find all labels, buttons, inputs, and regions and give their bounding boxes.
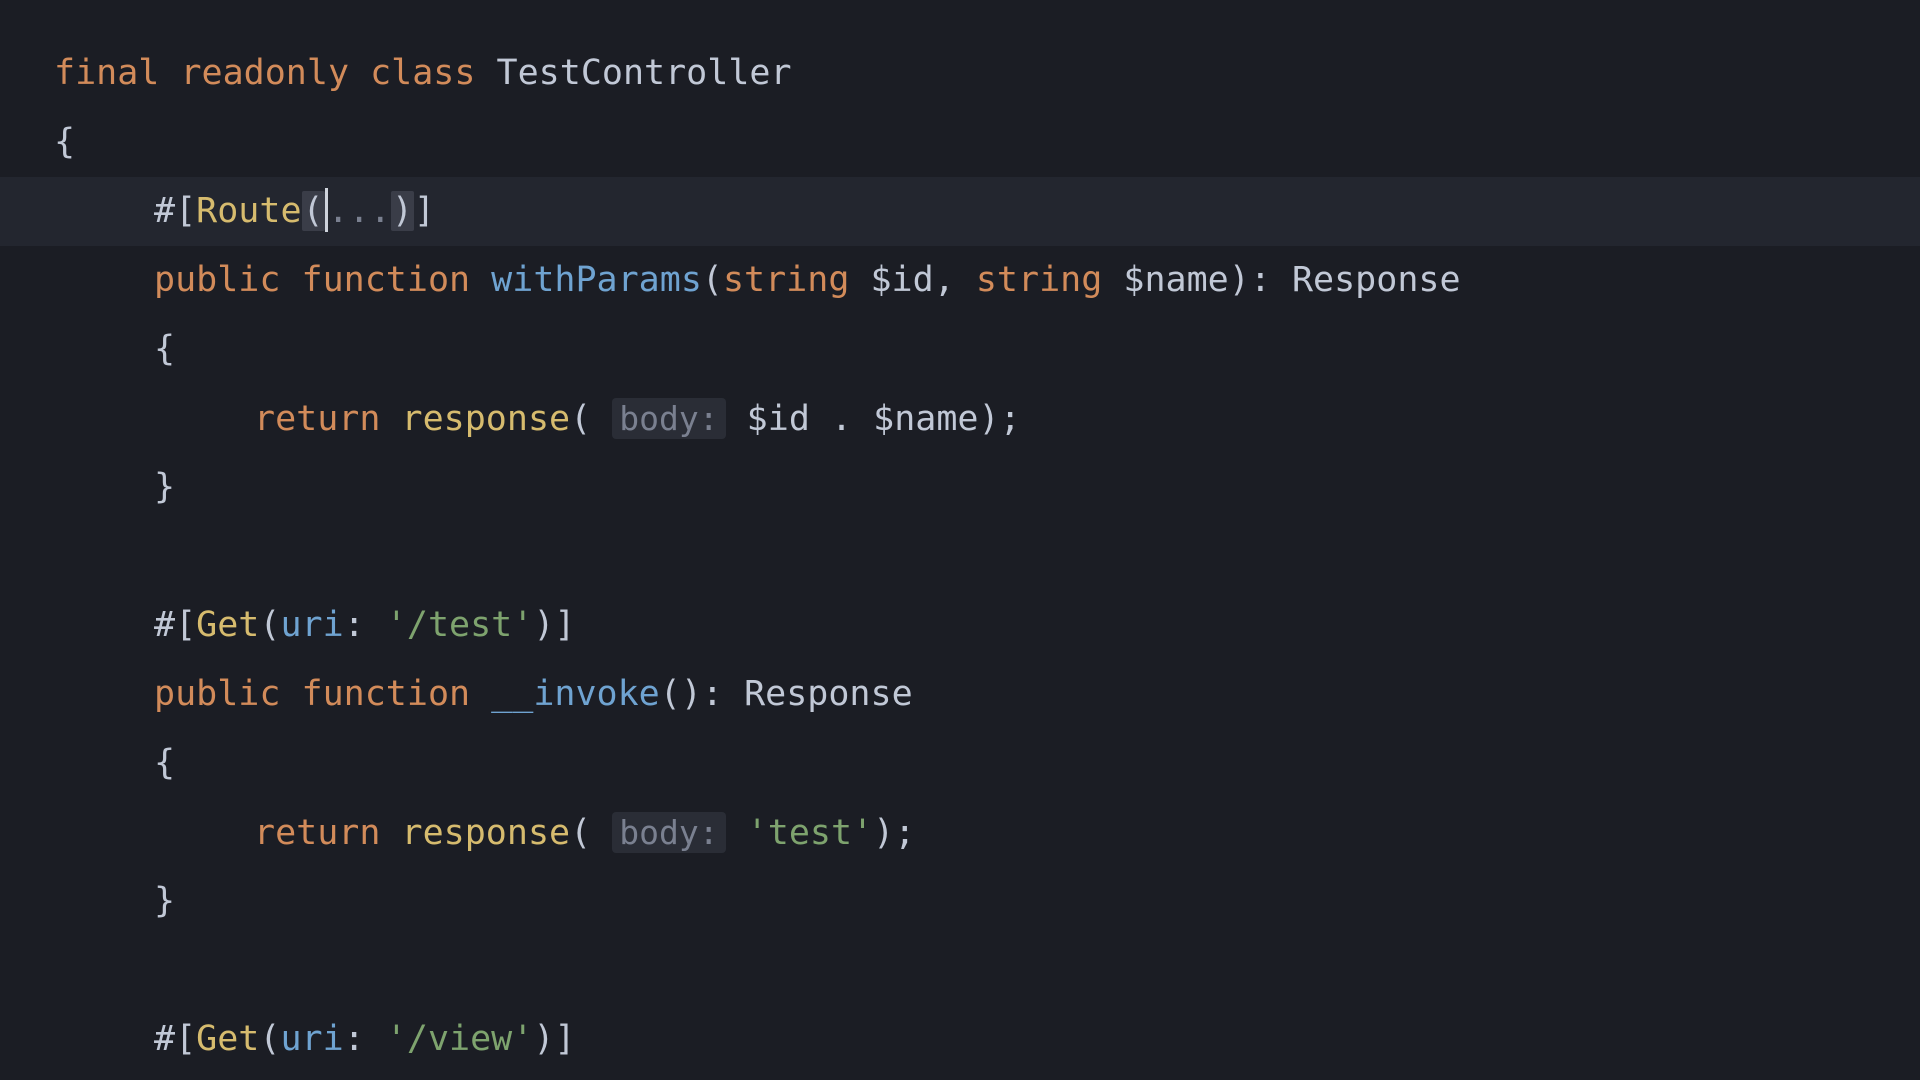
type-string: string <box>976 260 1102 300</box>
operator-concat: . <box>831 399 852 439</box>
keyword-return: return <box>254 399 380 439</box>
code-line[interactable]: { <box>54 729 1920 798</box>
paren-close: ) <box>1229 260 1250 300</box>
attribute-name: Get <box>196 1019 259 1059</box>
paren-close: ) <box>978 399 999 439</box>
attribute-close: ] <box>414 191 435 231</box>
attribute-open: #[ <box>154 191 196 231</box>
attribute-open: #[ <box>154 1019 196 1059</box>
attribute-open: #[ <box>154 605 196 645</box>
brace-close: } <box>154 467 175 507</box>
code-line[interactable]: { <box>54 315 1920 384</box>
variable-id: $id <box>870 260 933 300</box>
attribute-close: ] <box>554 1019 575 1059</box>
paren-open: ( <box>660 674 681 714</box>
paren-close: ) <box>391 191 414 231</box>
semicolon: ; <box>894 813 915 853</box>
return-type: Response <box>1292 260 1461 300</box>
function-name: withParams <box>491 260 702 300</box>
named-argument: uri <box>280 605 343 645</box>
paren-open: ( <box>259 605 280 645</box>
keyword-function: function <box>302 260 471 300</box>
variable-name: $name <box>873 399 978 439</box>
string-literal: '/test' <box>386 605 534 645</box>
paren-close: ) <box>873 813 894 853</box>
string-literal: '/view' <box>386 1019 534 1059</box>
variable-id: $id <box>747 399 810 439</box>
keyword-return: return <box>254 813 380 853</box>
code-line-blank[interactable] <box>54 522 1920 591</box>
code-line[interactable]: } <box>54 453 1920 522</box>
paren-open: ( <box>570 399 591 439</box>
colon: : <box>344 1019 365 1059</box>
code-line[interactable]: return response( body: $id . $name); <box>54 384 1920 453</box>
function-call: response <box>402 399 571 439</box>
colon: : <box>1250 260 1271 300</box>
keyword-function: function <box>302 674 471 714</box>
variable-name: $name <box>1123 260 1228 300</box>
code-line-blank[interactable] <box>54 936 1920 1005</box>
attribute-name: Get <box>196 605 259 645</box>
paren-open: ( <box>302 191 325 231</box>
attribute-name: Route <box>196 191 301 231</box>
return-type: Response <box>744 674 913 714</box>
comma: , <box>934 260 955 300</box>
colon: : <box>702 674 723 714</box>
brace-close: } <box>154 881 175 921</box>
class-name: TestController <box>497 53 792 93</box>
parameter-hint: body: <box>612 812 725 853</box>
keyword-public: public <box>154 260 280 300</box>
code-line[interactable]: public function withParams(string $id, s… <box>54 246 1920 315</box>
brace-open: { <box>54 122 75 162</box>
function-name: __invoke <box>491 674 660 714</box>
code-line[interactable]: public function __invoke(): Response <box>54 660 1920 729</box>
code-line[interactable]: final readonly class TestController <box>54 39 1920 108</box>
brace-open: { <box>154 329 175 369</box>
code-line[interactable]: { <box>54 108 1920 177</box>
code-line[interactable]: } <box>54 867 1920 936</box>
paren-open: ( <box>570 813 591 853</box>
code-line[interactable]: #[Get(uri: '/view')] <box>54 1005 1920 1074</box>
attribute-close: ] <box>554 605 575 645</box>
paren-close: ) <box>681 674 702 714</box>
brace-open: { <box>154 743 175 783</box>
code-line-current[interactable]: #[Route(...)] <box>0 177 1920 246</box>
paren-close: ) <box>533 1019 554 1059</box>
parameter-hint: body: <box>612 398 725 439</box>
code-line[interactable]: #[Get(uri: '/test')] <box>54 591 1920 660</box>
type-string: string <box>723 260 849 300</box>
paren-close: ) <box>533 605 554 645</box>
semicolon: ; <box>1000 399 1021 439</box>
paren-open: ( <box>702 260 723 300</box>
folded-placeholder[interactable]: ... <box>328 191 391 231</box>
paren-open: ( <box>259 1019 280 1059</box>
named-argument: uri <box>280 1019 343 1059</box>
string-literal: 'test' <box>747 813 873 853</box>
code-line[interactable]: return response( body: 'test'); <box>54 798 1920 867</box>
keyword-class: class <box>370 53 475 93</box>
code-content[interactable]: final readonly class TestController { #[… <box>54 39 1920 1074</box>
keyword-final: final <box>54 53 159 93</box>
code-editor[interactable]: ❯ final readonly class TestController { … <box>0 0 1920 1080</box>
keyword-public: public <box>154 674 280 714</box>
function-call: response <box>402 813 571 853</box>
colon: : <box>344 605 365 645</box>
keyword-readonly: readonly <box>180 53 349 93</box>
